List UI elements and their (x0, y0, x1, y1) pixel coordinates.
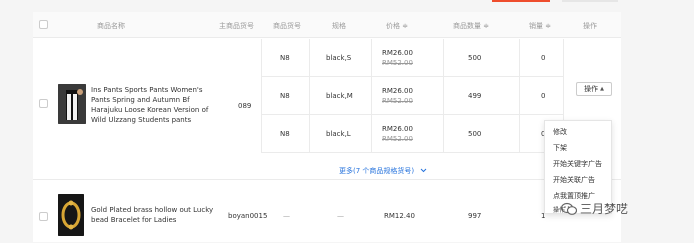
header-actions: 操作 (583, 22, 597, 30)
variant-spec: black,L (326, 130, 351, 138)
row-checkbox[interactable] (39, 99, 48, 108)
row-checkbox[interactable] (39, 212, 48, 221)
table-row: Ins Pants Sports Pants Women's Pants Spr… (33, 39, 621, 180)
variant-spec: black,M (326, 92, 353, 100)
variant-sku: — (283, 212, 290, 220)
header-sales[interactable]: 销量 ≑ (529, 21, 551, 31)
variant-sales: 0 (541, 54, 546, 62)
variant-price: RM12.40 (384, 212, 415, 220)
table-row: Gold Plated brass hollow out Lucky bead … (33, 184, 621, 243)
wechat-icon (560, 202, 578, 216)
header-price[interactable]: 价格 ≑ (386, 21, 408, 31)
header-sku: 商品货号 (273, 22, 301, 30)
header-product-name: 商品名称 (97, 22, 125, 30)
top-tab-inactive (562, 0, 618, 2)
variant-price: RM26.00 (382, 125, 413, 133)
header-spec: 规格 (332, 22, 346, 30)
more-variants-link[interactable]: 更多(7 个商品规格货号) (339, 166, 427, 176)
variant-price: RM26.00 (382, 49, 413, 57)
more-variants-label: 更多(7 个商品规格货号) (339, 167, 415, 175)
variant-sku: N8 (280, 54, 290, 62)
variant-spec: black,S (326, 54, 352, 62)
product-name[interactable]: Ins Pants Sports Pants Women's Pants Spr… (91, 85, 215, 125)
product-name[interactable]: Gold Plated brass hollow out Lucky bead … (91, 205, 215, 225)
variant-stock[interactable]: 500 (468, 54, 481, 62)
table-header: 商品名称 主商品货号 商品货号 规格 价格 ≑ 商品数量 ≑ 销量 ≑ 操作 (33, 12, 621, 38)
top-tab-accent (492, 0, 550, 2)
variant-spec: — (337, 212, 344, 220)
variant-original-price: RM52.00 (382, 59, 413, 67)
watermark-text: 三月梦呓 (580, 202, 629, 216)
product-table: 商品名称 主商品货号 商品货号 规格 价格 ≑ 商品数量 ≑ 销量 ≑ 操作 I… (33, 12, 621, 242)
chevron-down-icon (420, 167, 427, 175)
variant-sku: N8 (280, 130, 290, 138)
menu-item-edit[interactable]: 修改 (553, 127, 567, 137)
product-thumbnail[interactable] (58, 84, 86, 124)
variant-price: RM26.00 (382, 87, 413, 95)
select-all-checkbox[interactable] (39, 20, 48, 29)
caret-up-icon: ▲ (600, 86, 604, 92)
product-thumbnail[interactable] (58, 194, 84, 236)
variant-stock[interactable]: 997 (468, 212, 481, 220)
header-stock[interactable]: 商品数量 ≑ (453, 21, 489, 31)
variant-sales: 0 (541, 92, 546, 100)
actions-button[interactable]: 操作 ▲ (576, 82, 612, 96)
watermark: 三月梦呓 (560, 200, 629, 217)
menu-item-related-ads[interactable]: 开始关联广告 (553, 175, 595, 185)
menu-item-keyword-ads[interactable]: 开始关键字广告 (553, 159, 602, 169)
variant-sku: N8 (280, 92, 290, 100)
header-main-sku[interactable]: 主商品货号 (219, 21, 254, 31)
actions-button-label: 操作 (584, 85, 599, 93)
main-sku: boyan0015 (228, 212, 268, 220)
menu-item-delist[interactable]: 下架 (553, 143, 567, 153)
variant-stock[interactable]: 499 (468, 92, 481, 100)
main-sku: 089 (238, 102, 252, 110)
variant-original-price: RM52.00 (382, 97, 413, 105)
variant-stock[interactable]: 500 (468, 130, 481, 138)
variant-original-price: RM52.00 (382, 135, 413, 143)
